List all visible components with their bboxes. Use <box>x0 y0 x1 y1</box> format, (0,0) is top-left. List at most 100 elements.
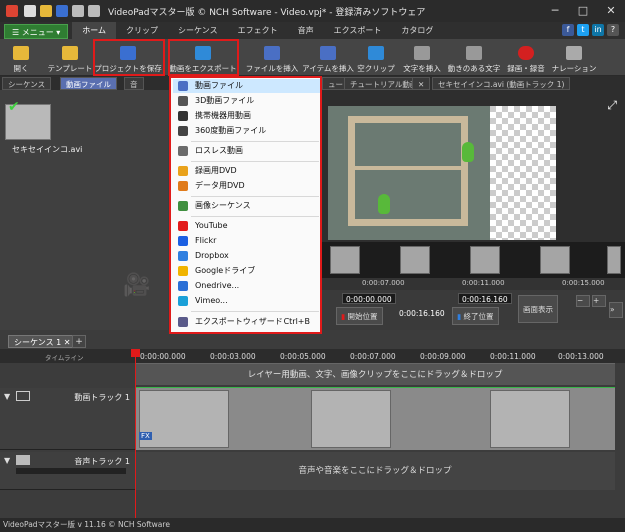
export-menu-wizard[interactable]: エクスポートウィザード Ctrl+B <box>173 315 320 329</box>
tab-home[interactable]: ホーム <box>72 22 117 39</box>
zoom-in-icon[interactable]: + <box>592 295 606 307</box>
tab-clip[interactable]: クリップ <box>116 22 168 39</box>
animated-text-button[interactable]: 動きのある文字 <box>448 41 500 74</box>
quick-access-toolbar <box>24 5 100 17</box>
export-menu-portable-device[interactable]: 携帯機器用動画 <box>173 109 320 123</box>
filmstrip-frame <box>540 246 570 274</box>
timeline-panel: シーケンス 1 ✕ + タイムライン 0:00:00.000 0:00:03.0… <box>0 330 625 518</box>
video-clip-thumbnail[interactable] <box>139 390 229 448</box>
record-button[interactable]: 録画・録音 <box>506 41 546 74</box>
video-track[interactable]: FX <box>135 388 615 450</box>
parakeet <box>378 194 390 214</box>
timeline-ruler[interactable]: タイムライン 0:00:00.000 0:00:03.000 0:00:05.0… <box>0 349 625 363</box>
preview-controls: 0:00:00.000 ▮ 開始位置 0:00:16.160 0:00:16.1… <box>322 290 625 330</box>
bin-tab-video-files[interactable]: 動画ファイル <box>60 77 117 90</box>
ruler-label: 0:00:15.000 <box>562 279 605 287</box>
media-clip-thumbnail[interactable]: ✔ <box>5 99 51 140</box>
save-project-button[interactable]: プロジェクトを保存 <box>94 41 162 74</box>
google-drive-icon <box>178 266 188 276</box>
collapse-arrow-icon[interactable]: ▼ <box>4 392 10 401</box>
data-dvd-icon <box>178 181 188 191</box>
open-icon[interactable] <box>40 5 52 17</box>
media-clip-name: セキセイインコ.avi <box>12 145 83 154</box>
fx-badge[interactable]: FX <box>139 432 152 440</box>
help-icon[interactable]: ? <box>607 24 619 36</box>
fullscreen-icon[interactable]: ⤢ <box>607 98 617 113</box>
start-time-field[interactable]: 0:00:00.000 <box>342 293 396 304</box>
overlay-drop-zone[interactable]: レイヤー用動画、文字、画像クリップをここにドラッグ＆ドロップ <box>135 363 615 385</box>
empty-clip-button[interactable]: 空クリップ <box>357 41 395 74</box>
export-menu-dropbox[interactable]: Dropbox <box>173 249 320 263</box>
camera-icon: 🎥 <box>123 273 151 298</box>
export-menu-image-sequence[interactable]: 画像シーケンス <box>173 199 320 213</box>
screen-view-button[interactable]: 画面表示 <box>518 295 558 323</box>
tab-effects[interactable]: エフェクト <box>228 22 288 39</box>
insert-item-button[interactable]: アイテムを挿入 <box>302 41 354 74</box>
set-start-button[interactable]: ▮ 開始位置 <box>336 307 383 325</box>
current-time-display: 0:00:16.160 <box>399 309 445 318</box>
set-end-button[interactable]: ▮ 終了位置 <box>452 307 499 325</box>
zoom-out-icon[interactable]: − <box>576 295 590 307</box>
more-controls-icon[interactable]: » <box>609 302 623 318</box>
close-button[interactable]: ✕ <box>597 0 625 22</box>
minimize-button[interactable]: ─ <box>541 0 569 22</box>
export-menu-onedrive[interactable]: Onedrive... <box>173 279 320 293</box>
tab-sequence[interactable]: シーケンス <box>168 22 228 39</box>
timeline-tick: 0:00:13.000 <box>558 352 604 361</box>
export-menu-video-file[interactable]: 動画ファイル <box>173 79 320 93</box>
open-button[interactable]: 開く <box>8 41 34 74</box>
new-icon[interactable] <box>24 5 36 17</box>
speaker-icon[interactable] <box>16 455 30 465</box>
timeline-tick: 0:00:05.000 <box>280 352 326 361</box>
image-sequence-icon <box>178 201 188 211</box>
bin-tab-audio[interactable]: 音 <box>124 77 144 90</box>
lossless-video-icon <box>178 146 188 156</box>
export-menu-360-video[interactable]: 360度動画ファイル <box>173 124 320 138</box>
twitter-icon[interactable]: t <box>577 24 589 36</box>
collapse-arrow-icon[interactable]: ▼ <box>4 456 10 465</box>
video-clip-thumbnail[interactable] <box>490 390 570 448</box>
save-icon <box>120 46 136 60</box>
end-time-field[interactable]: 0:00:16.160 <box>458 293 512 304</box>
export-menu-vimeo[interactable]: Vimeo... <box>173 294 320 308</box>
save-icon[interactable] <box>56 5 68 17</box>
export-menu-3d-video[interactable]: 3D動画ファイル <box>173 94 320 108</box>
export-menu-lossless[interactable]: ロスレス動画 <box>173 144 320 158</box>
bin-tab-sequence[interactable]: シーケンス <box>2 77 52 90</box>
tab-catalog[interactable]: カタログ <box>391 22 443 39</box>
preview-tab-clip[interactable]: セキセイインコ.avi (動画トラック 1) <box>432 77 571 90</box>
template-button[interactable]: テンプレート <box>48 41 92 74</box>
media-bin: ✔ セキセイインコ.avi 🎥 <box>0 90 168 330</box>
close-tab-button[interactable]: ✕ <box>412 77 431 90</box>
filmstrip-frame <box>330 246 360 274</box>
narration-button[interactable]: ナレーション <box>552 41 596 74</box>
timeline-label: タイムライン <box>45 354 84 362</box>
export-video-button[interactable]: 動画をエクスポート <box>169 41 237 74</box>
template-icon <box>62 46 78 60</box>
preview-ruler[interactable]: 0:00:07.000 0:00:11.000 0:00:15.000 <box>322 278 625 290</box>
facebook-icon[interactable]: f <box>562 24 574 36</box>
maximize-button[interactable]: □ <box>569 0 597 22</box>
tab-export[interactable]: エクスポート <box>324 22 392 39</box>
insert-file-button[interactable]: ファイルを挿入 <box>246 41 298 74</box>
export-menu-youtube[interactable]: YouTube <box>173 219 320 233</box>
audio-track[interactable]: 音声や音楽をここにドラッグ＆ドロップ <box>135 452 615 490</box>
filmstrip-frame <box>607 246 621 274</box>
insert-text-button[interactable]: 文字を挿入 <box>400 41 444 74</box>
menu-separator <box>191 196 319 197</box>
linkedin-icon[interactable]: in <box>592 24 604 36</box>
timeline-tick: 0:00:11.000 <box>490 352 536 361</box>
sequence-tab[interactable]: シーケンス 1 ✕ <box>8 335 77 348</box>
main-menu-button[interactable]: ☰ メニュー ▾ <box>4 24 69 39</box>
export-menu-flickr[interactable]: Flickr <box>173 234 320 248</box>
window-controls: ─ □ ✕ <box>541 0 625 22</box>
export-menu-google-drive[interactable]: Googleドライブ <box>173 264 320 278</box>
tab-audio[interactable]: 音声 <box>288 22 324 39</box>
undo-icon[interactable] <box>72 5 84 17</box>
shortcut-label: Ctrl+B <box>283 317 310 326</box>
redo-icon[interactable] <box>88 5 100 17</box>
export-menu-data-dvd[interactable]: データ用DVD <box>173 179 320 193</box>
video-clip-thumbnail[interactable] <box>311 390 391 448</box>
export-menu-video-dvd[interactable]: 録画用DVD <box>173 164 320 178</box>
add-sequence-button[interactable]: + <box>72 335 86 348</box>
